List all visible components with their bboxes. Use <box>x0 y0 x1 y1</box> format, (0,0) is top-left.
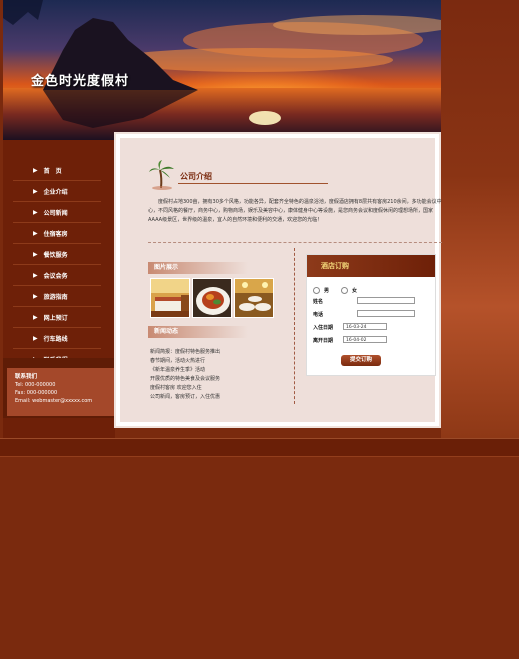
nav-item-meetings[interactable]: ▶ 会议会务 <box>13 265 101 286</box>
contact-panel: 联系我们 Tel: 000-000000 Fax: 000-000000 Ema… <box>7 368 115 416</box>
gender-row: 男 女 <box>313 287 357 294</box>
contact-title: 联系我们 <box>15 374 38 380</box>
nav-item-label: 网上预订 <box>43 314 68 322</box>
phone-input[interactable] <box>357 310 415 317</box>
nav-item-directions[interactable]: ▶ 行车路线 <box>13 328 101 349</box>
nav-item-label: 住宿客房 <box>43 230 68 238</box>
contact-fax: Fax: 000-000000 <box>15 390 58 396</box>
arrow-icon: ▶ <box>33 166 38 174</box>
section-divider <box>148 242 442 243</box>
news-section-label: 新闻动态 <box>148 326 248 338</box>
news-item[interactable]: 春节期间，活动火热进行 <box>150 357 280 366</box>
header-banner: 金色时光度假村 <box>3 0 441 140</box>
footer-line <box>0 456 519 457</box>
gender-female-label: 女 <box>352 288 358 294</box>
name-input[interactable] <box>357 297 415 304</box>
nav-item-travel-guide[interactable]: ▶ 旅游指南 <box>13 286 101 307</box>
arrow-icon: ▶ <box>33 229 38 237</box>
arrow-icon: ▶ <box>33 271 38 279</box>
checkin-date-input[interactable]: 16-03-24 <box>343 323 387 330</box>
phone-label: 电话 <box>313 312 324 318</box>
news-item[interactable]: 开展优质的特色美食及会议服务 <box>150 375 280 384</box>
arrow-icon: ▶ <box>33 292 38 300</box>
arrow-icon: ▶ <box>33 250 38 258</box>
content-card: 公司介绍 度假村占地300亩，拥有30多个风格，功能各异，配套齐全特色的温泉浴池… <box>114 132 442 428</box>
nav-item-label: 行车路线 <box>43 335 68 343</box>
arrow-icon: ▶ <box>33 187 38 195</box>
nav-item-label: 旅游指南 <box>43 293 68 301</box>
nav-item-online-booking[interactable]: ▶ 网上预订 <box>13 307 101 328</box>
nav-item-label: 餐饮服务 <box>43 251 68 259</box>
about-title-underline <box>178 183 328 184</box>
hall-photo-image <box>235 279 273 317</box>
photo-dish[interactable] <box>192 278 232 318</box>
about-text: 度假村占地300亩，拥有30多个风格，功能各异，配套齐全特色的温泉浴池，度假酒店… <box>148 199 442 223</box>
nav-item-label: 企业介绍 <box>43 188 68 196</box>
main-nav: ▶ 首 页 ▶ 企业介绍 ▶ 公司新闻 ▶ 住宿客房 ▶ 餐饮服务 ▶ 会议会务 ▶ 旅游指南… <box>13 160 101 370</box>
contact-email[interactable]: Email: webmaster@xxxxx.com <box>15 397 107 405</box>
column-divider <box>294 248 295 404</box>
gender-male-radio[interactable] <box>313 287 320 294</box>
page: 金色时光度假村 ▶ 首 页 ▶ 企业介绍 ▶ 公司新闻 ▶ 住宿客房 ▶ 餐饮服务 ▶ 会议… <box>0 0 519 659</box>
nav-item-label: 首 页 <box>43 167 62 175</box>
news-item[interactable]: 度假村客房 欢迎您入住 <box>150 384 280 393</box>
news-item[interactable]: 《新年温泉养生季》活动 <box>150 366 280 375</box>
facilities-section-label: 图片展示 <box>148 262 248 274</box>
gender-female-radio[interactable] <box>341 287 349 294</box>
checkin-label: 入住日期 <box>313 325 334 331</box>
palm-tree-icon <box>149 160 174 190</box>
site-title: 金色时光度假村 <box>31 74 130 89</box>
submit-booking-button[interactable]: 提交订购 <box>341 355 381 366</box>
food-photo-image <box>193 279 231 317</box>
about-header: 公司介绍 <box>148 160 328 190</box>
nav-item-about[interactable]: ▶ 企业介绍 <box>13 181 101 202</box>
photo-guest-room[interactable] <box>150 278 190 318</box>
nav-item-dining[interactable]: ▶ 餐饮服务 <box>13 244 101 265</box>
booking-title: 酒店订购 <box>307 255 435 277</box>
room-photo-image <box>151 279 189 317</box>
news-list: 新闻简报：度假村特色服务推出 春节期间，活动火热进行 《新年温泉养生季》活动 开… <box>150 348 280 402</box>
checkout-date-input[interactable]: 16-04-02 <box>343 336 387 343</box>
photo-banquet-hall[interactable] <box>234 278 274 318</box>
news-item[interactable]: 新闻简报：度假村特色服务推出 <box>150 348 280 357</box>
right-decor-strip <box>441 0 519 438</box>
nav-item-home[interactable]: ▶ 首 页 <box>13 160 101 181</box>
gender-male-label: 男 <box>324 288 330 294</box>
checkout-label: 离开日期 <box>313 338 334 344</box>
about-title: 公司介绍 <box>180 172 212 181</box>
content-inner: 公司介绍 度假村占地300亩，拥有30多个风格，功能各异，配套齐全特色的温泉浴池… <box>120 138 442 422</box>
contact-tel: Tel: 000-000000 <box>15 382 56 388</box>
arrow-icon: ▶ <box>33 208 38 216</box>
nav-item-label: 公司新闻 <box>43 209 68 217</box>
nav-item-label: 会议会务 <box>43 272 68 280</box>
name-label: 姓名 <box>313 299 324 305</box>
arrow-icon: ▶ <box>33 334 38 342</box>
nav-item-news[interactable]: ▶ 公司新闻 <box>13 202 101 223</box>
news-item[interactable]: 公司新闻，客房预订，入住优惠 <box>150 393 280 402</box>
booking-form: 酒店订购 男 女 姓名 电话 入住日期 16-03-24 离开日期 16-04-… <box>306 254 436 376</box>
arrow-icon: ▶ <box>33 313 38 321</box>
nav-item-rooms[interactable]: ▶ 住宿客房 <box>13 223 101 244</box>
footer-bar <box>0 438 519 457</box>
